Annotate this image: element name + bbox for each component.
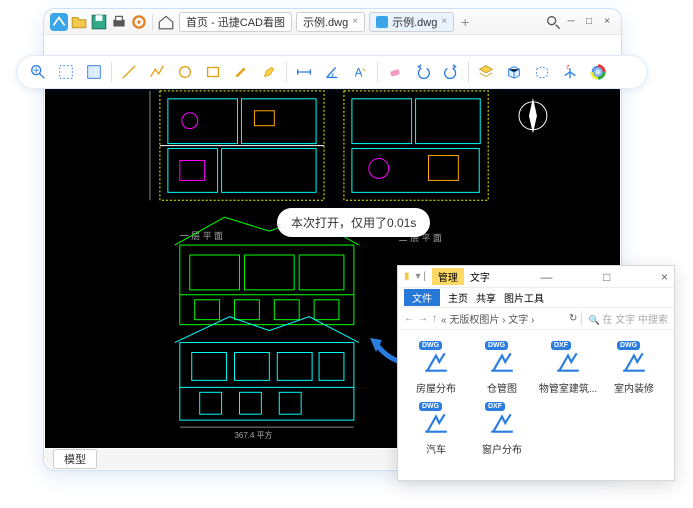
file-label: 仓管图 — [487, 380, 517, 395]
file-item[interactable]: DWG 汽车 — [404, 399, 468, 456]
dwg-icon — [376, 16, 388, 28]
file-icon: DWG — [416, 338, 456, 378]
brush-icon[interactable] — [230, 61, 252, 83]
select-window-icon[interactable] — [55, 61, 77, 83]
print-icon[interactable] — [110, 13, 128, 31]
file-label: 汽车 — [426, 441, 446, 456]
load-time-toast: 本次打开，仅用了0.01s — [277, 208, 430, 237]
ribbon-tab-share[interactable]: 共享 — [476, 290, 496, 305]
tab-label: 示例.dwg — [303, 14, 348, 30]
highlight-icon[interactable] — [258, 61, 280, 83]
home-icon[interactable] — [157, 13, 175, 31]
maximize-icon[interactable]: □ — [581, 14, 597, 30]
file-label: 房屋分布 — [416, 380, 456, 395]
svg-text:一 层 平 面: 一 层 平 面 — [180, 231, 223, 241]
axis-icon[interactable]: z — [559, 61, 581, 83]
search-window-icon[interactable] — [545, 14, 561, 30]
down-icon[interactable]: ▾ | — [416, 271, 426, 282]
model-tab[interactable]: 模型 — [53, 449, 97, 469]
text-annotation-icon[interactable]: A — [349, 61, 371, 83]
search-input[interactable]: 🔍 在 文字 中搜索 — [581, 311, 668, 326]
forward-icon[interactable]: → — [418, 313, 428, 324]
up-icon[interactable]: ↑ — [432, 313, 437, 324]
window-controls: ─ □ × — [545, 14, 615, 30]
fullscreen-icon[interactable] — [83, 61, 105, 83]
file-explorer-window: ▮ ▾ | 管理 文字 — □ × 文件 主页 共享 图片工具 ← → ↑ « … — [397, 265, 675, 481]
file-icon: DXF — [548, 338, 588, 378]
explorer-navbar: ← → ↑ « 无版权图片 › 文字 › ↻ 🔍 在 文字 中搜索 — [398, 308, 674, 330]
undo-icon[interactable] — [412, 61, 434, 83]
tab-file-1[interactable]: 示例.dwg × — [296, 12, 365, 32]
app-icon — [50, 13, 68, 31]
explorer-close-icon[interactable]: × — [661, 270, 668, 284]
file-icon: DWG — [614, 338, 654, 378]
add-tab-icon[interactable]: + — [456, 13, 474, 31]
tab-file-2[interactable]: 示例.dwg × — [369, 12, 454, 32]
file-item[interactable]: DXF 窗户分布 — [470, 399, 534, 456]
line-icon[interactable] — [118, 61, 140, 83]
color-wheel-icon[interactable] — [587, 61, 609, 83]
explorer-max-icon[interactable]: □ — [603, 270, 610, 284]
redo-icon[interactable] — [440, 61, 462, 83]
file-item[interactable]: DWG 室内装修 — [602, 338, 666, 395]
svg-text:z: z — [566, 63, 569, 70]
file-label: 物管室建筑... — [539, 380, 597, 395]
file-item[interactable]: DXF 物管室建筑... — [536, 338, 600, 395]
ribbon-tab-tools[interactable]: 图片工具 — [504, 290, 544, 305]
minimize-icon[interactable]: ─ — [563, 14, 579, 30]
circle-icon[interactable] — [174, 61, 196, 83]
file-icon: DWG — [416, 399, 456, 439]
tab-label: 示例.dwg — [392, 14, 437, 30]
titlebar: 首页 - 迅捷CAD看图 示例.dwg × 示例.dwg × + ─ □ × — [44, 9, 621, 35]
rect-icon[interactable] — [202, 61, 224, 83]
close-icon[interactable]: × — [441, 16, 447, 27]
polyline-icon[interactable] — [146, 61, 168, 83]
settings-icon[interactable] — [130, 13, 148, 31]
ribbon-context: 文字 — [470, 269, 490, 284]
file-icon: DXF — [482, 399, 522, 439]
file-label: 室内装修 — [614, 380, 654, 395]
file-icon: DWG — [482, 338, 522, 378]
eraser-icon[interactable] — [384, 61, 406, 83]
ribbon-manage-badge: 管理 — [432, 268, 464, 285]
refresh-icon[interactable]: ↻ — [569, 313, 577, 324]
back-icon[interactable]: ← — [404, 313, 414, 324]
tab-home[interactable]: 首页 - 迅捷CAD看图 — [179, 12, 292, 32]
open-icon[interactable] — [70, 13, 88, 31]
zoom-hand-icon[interactable] — [27, 61, 49, 83]
layers-icon[interactable] — [475, 61, 497, 83]
explorer-file-grid: DWG 房屋分布 DWG 仓管图 DXF 物管室建筑... DWG 室内装修 DWG 汽车 DXF 窗… — [398, 330, 674, 464]
explorer-ribbon-tabs: 文件 主页 共享 图片工具 — [398, 288, 674, 308]
svg-text:A: A — [355, 67, 363, 80]
main-toolbar: A z — [16, 55, 648, 89]
explorer-min-icon[interactable]: — — [541, 270, 553, 284]
explorer-titlebar: ▮ ▾ | 管理 文字 — □ × — [398, 266, 674, 288]
ribbon-tab-home[interactable]: 主页 — [448, 290, 468, 305]
file-item[interactable]: DWG 房屋分布 — [404, 338, 468, 395]
angle-icon[interactable] — [321, 61, 343, 83]
close-icon[interactable]: × — [352, 16, 358, 27]
wireframe-icon[interactable] — [531, 61, 553, 83]
file-item[interactable]: DWG 仓管图 — [470, 338, 534, 395]
svg-text:367.4 平方: 367.4 平方 — [235, 430, 273, 440]
folder-icon: ▮ — [404, 271, 410, 282]
close-window-icon[interactable]: × — [599, 14, 615, 30]
3d-box-icon[interactable] — [503, 61, 525, 83]
file-label: 窗户分布 — [482, 441, 522, 456]
tab-label: 首页 - 迅捷CAD看图 — [186, 14, 285, 30]
breadcrumb[interactable]: « 无版权图片 › 文字 › — [441, 311, 565, 326]
dimension-icon[interactable] — [293, 61, 315, 83]
save-icon[interactable] — [90, 13, 108, 31]
ribbon-tab-file[interactable]: 文件 — [404, 289, 440, 306]
